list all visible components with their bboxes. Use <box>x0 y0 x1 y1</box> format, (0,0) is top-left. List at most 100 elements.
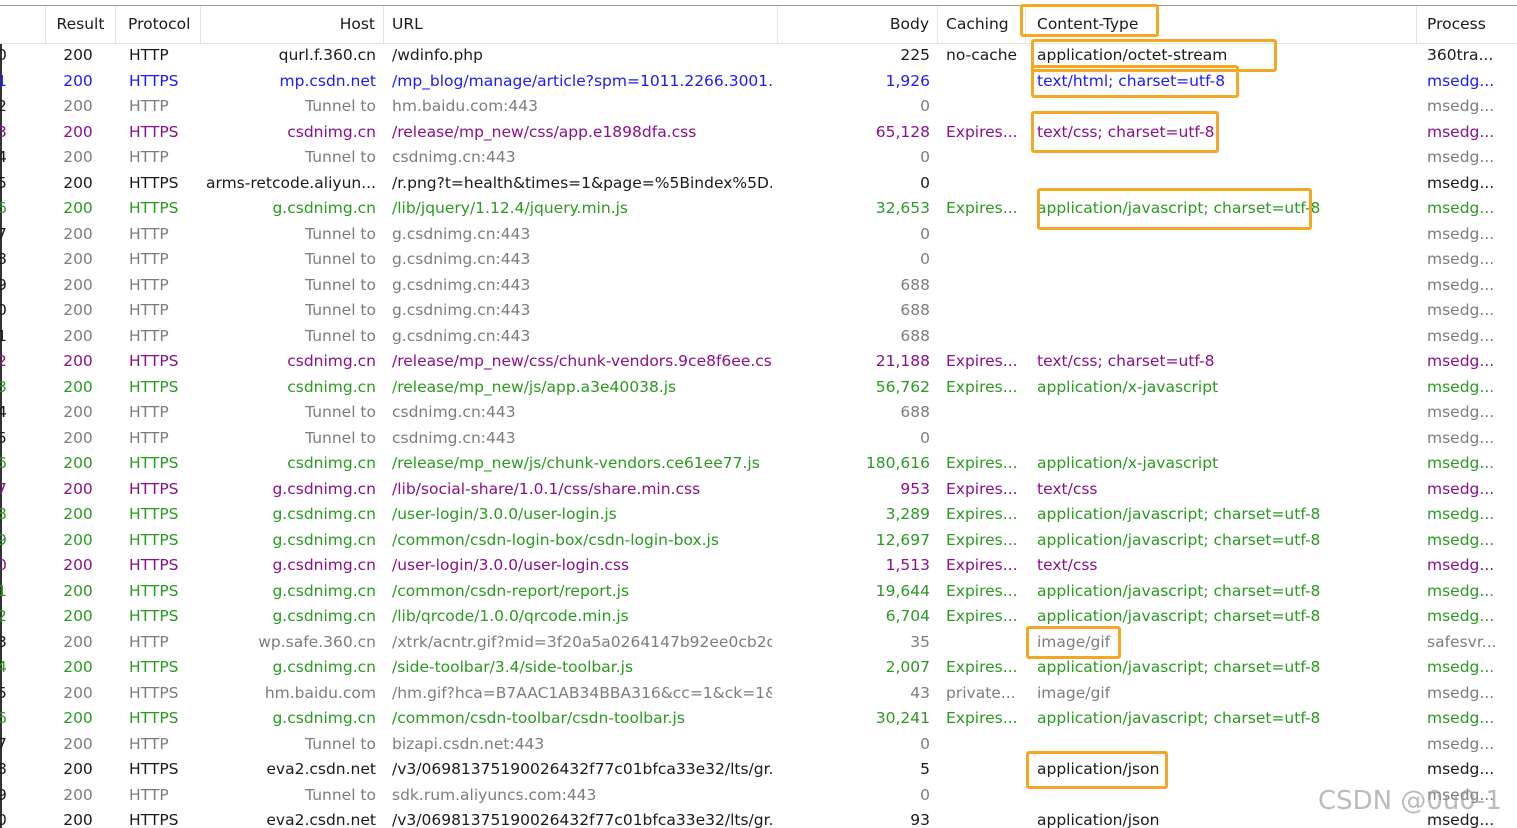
session-row[interactable]: 1 200 HTTPS mp.csdn.net/mp_blog/manage/arti… <box>0 69 1517 95</box>
host-cell: csdnimg.cn <box>287 352 376 370</box>
url-cell: /release/mp_new/css/chunk-vendors.9ce8f6… <box>392 352 772 370</box>
url-cell: sdk.rum.aliyuncs.com:443 <box>392 785 597 804</box>
process-cell: msedg... <box>1427 530 1495 549</box>
row-number: 7 <box>0 479 7 498</box>
session-row[interactable]: 0 200 HTTPS g.csdnimg.cn/user-login/3.0.0/u… <box>0 553 1517 579</box>
protocol-cell: HTTPS <box>129 683 179 702</box>
url-cell: g.csdnimg.cn:443 <box>392 224 531 243</box>
session-row[interactable]: 7 200 HTTP Tunnel to bizapi.csdn.net:443 0 mse… <box>0 732 1517 758</box>
protocol-cell: HTTPS <box>129 581 179 600</box>
content-type-cell <box>1037 94 1412 120</box>
session-row[interactable]: 0 200 HTTP Tunnel to g.csdnimg.cn:443 688 msed… <box>0 298 1517 324</box>
session-row[interactable]: 3 200 HTTPS csdnimg.cn/release/mp_new/js/ap… <box>0 375 1517 401</box>
result-cell: 200 <box>63 811 93 828</box>
session-row[interactable]: 6 200 HTTPS g.csdnimg.cn/common/csdn-toolba… <box>0 706 1517 732</box>
body-cell: 688 <box>900 301 930 319</box>
row-number: 0 <box>0 811 7 828</box>
result-cell: 200 <box>63 403 93 421</box>
body-cell: 1,926 <box>885 71 930 90</box>
result-cell: 200 <box>63 556 93 574</box>
content-type-cell: image/gif <box>1037 632 1111 651</box>
row-number: 4 <box>0 658 7 676</box>
caching-cell: Expires... <box>946 556 1018 574</box>
header-content-type[interactable]: Content-Type <box>1026 6 1417 43</box>
session-row[interactable]: 7 200 HTTPS g.csdnimg.cn/lib/social-share/1… <box>0 477 1517 503</box>
session-row[interactable]: 0 200 HTTPS eva2.csdn.net/v3/06981375190026… <box>0 808 1517 828</box>
session-row[interactable]: 8 200 HTTPS eva2.csdn.net/v3/06981375190026… <box>0 757 1517 783</box>
host-cell: Tunnel to <box>305 428 376 447</box>
session-row[interactable]: 8 200 HTTPS g.csdnimg.cn/user-login/3.0.0/u… <box>0 502 1517 528</box>
session-row[interactable]: 9 200 HTTP Tunnel to g.csdnimg.cn:443 688 msed… <box>0 273 1517 299</box>
session-row[interactable]: 5 200 HTTPS arms-retcode.aliyun... /r.png?t=… <box>0 171 1517 197</box>
protocol-cell: HTTP <box>129 734 169 753</box>
session-row[interactable]: 6 200 HTTPS csdnimg.cn/release/mp_new/js/ch… <box>0 451 1517 477</box>
host-cell: g.csdnimg.cn <box>272 709 376 727</box>
body-cell: 93 <box>910 811 930 828</box>
result-cell: 200 <box>63 71 93 90</box>
url-cell: /side-toolbar/3.4/side-toolbar.js <box>392 658 634 676</box>
result-cell: 200 <box>63 785 93 804</box>
body-cell: 2,007 <box>885 658 930 676</box>
session-row[interactable]: 5 200 HTTPS hm.baidu.com/hm.gif?hca=B7AAC1A… <box>0 681 1517 707</box>
result-cell: 200 <box>63 326 93 345</box>
result-cell: 200 <box>63 581 93 600</box>
session-row[interactable]: 6 200 HTTPS g.csdnimg.cn/lib/jquery/1.12.4/… <box>0 196 1517 222</box>
header-url[interactable]: URL <box>384 6 778 43</box>
content-type-cell <box>1037 298 1412 324</box>
content-type-cell: application/json <box>1037 760 1160 778</box>
session-row[interactable]: 1 200 HTTPS g.csdnimg.cn/common/csdn-report… <box>0 579 1517 605</box>
url-cell: /lib/social-share/1.0.1/css/share.min.cs… <box>392 479 701 498</box>
body-cell: 1,513 <box>885 556 930 574</box>
body-cell: 21,188 <box>875 352 930 370</box>
body-cell: 688 <box>900 403 930 421</box>
session-row[interactable]: 0 200 HTTP qurl.f.360.cn/wdinfo.php 225 no-ca… <box>0 43 1517 69</box>
session-row[interactable]: 3 200 HTTPS csdnimg.cn/release/mp_new/css/a… <box>0 120 1517 146</box>
caching-cell: Expires... <box>946 658 1018 676</box>
content-type-cell: application/javascript; charset=utf-8 <box>1037 505 1321 523</box>
url-cell: csdnimg.cn:443 <box>392 403 516 421</box>
result-cell: 200 <box>63 479 93 498</box>
host-cell: g.csdnimg.cn <box>272 479 376 498</box>
session-row[interactable]: 4 200 HTTP Tunnel to csdnimg.cn:443 688 msedg.… <box>0 400 1517 426</box>
session-row[interactable]: 2 200 HTTPS g.csdnimg.cn/lib/qrcode/1.0.0/q… <box>0 604 1517 630</box>
host-cell: wp.safe.360.cn <box>258 632 376 651</box>
result-cell: 200 <box>63 505 93 523</box>
body-cell: 0 <box>920 173 930 192</box>
header-process[interactable]: Process <box>1417 6 1517 43</box>
process-cell: msedg... <box>1427 377 1495 396</box>
session-row[interactable]: 4 200 HTTP Tunnel to csdnimg.cn:443 0 msedg... <box>0 145 1517 171</box>
protocol-cell: HTTPS <box>129 709 179 727</box>
session-row[interactable]: 4 200 HTTPS g.csdnimg.cn/side-toolbar/3.4/s… <box>0 655 1517 681</box>
caching-cell <box>946 426 1020 452</box>
header-result[interactable]: Result <box>46 6 116 43</box>
header-body[interactable]: Body <box>778 6 938 43</box>
row-number: 9 <box>0 275 7 294</box>
session-row[interactable]: 9 200 HTTP Tunnel to sdk.rum.aliyuncs.com:44… <box>0 783 1517 809</box>
row-number: 5 <box>0 683 7 702</box>
process-cell: msedg... <box>1427 352 1495 370</box>
host-cell: g.csdnimg.cn <box>272 505 376 523</box>
header-host[interactable]: Host <box>201 6 384 43</box>
session-row[interactable]: 5 200 HTTP Tunnel to csdnimg.cn:443 0 msedg... <box>0 426 1517 452</box>
session-row[interactable]: 2 200 HTTPS csdnimg.cn/release/mp_new/css/c… <box>0 349 1517 375</box>
host-cell: Tunnel to <box>305 250 376 268</box>
header-row-number[interactable] <box>0 6 46 43</box>
result-cell: 200 <box>63 377 93 396</box>
protocol-cell: HTTPS <box>129 760 179 778</box>
url-cell: /common/csdn-report/report.js <box>392 581 630 600</box>
body-cell: 0 <box>920 97 930 115</box>
content-type-cell: text/css <box>1037 479 1098 498</box>
protocol-cell: HTTP <box>129 148 169 166</box>
caching-cell <box>946 94 1020 120</box>
session-row[interactable]: 9 200 HTTPS g.csdnimg.cn/common/csdn-login-… <box>0 528 1517 554</box>
session-row[interactable]: 1 200 HTTP Tunnel to g.csdnimg.cn:443 688 msed… <box>0 324 1517 350</box>
header-protocol[interactable]: Protocol <box>116 6 201 43</box>
content-type-cell: application/javascript; charset=utf-8 <box>1037 709 1321 727</box>
header-caching[interactable]: Caching <box>938 6 1026 43</box>
session-row[interactable]: 3 200 HTTP wp.safe.360.cn/xtrk/acntr.gif?mi… <box>0 630 1517 656</box>
url-cell: /mp_blog/manage/article?spm=1011.2266.30… <box>392 71 772 90</box>
session-row[interactable]: 8 200 HTTP Tunnel to g.csdnimg.cn:443 0 msedg.… <box>0 247 1517 273</box>
session-row[interactable]: 7 200 HTTP Tunnel to g.csdnimg.cn:443 0 msedg.… <box>0 222 1517 248</box>
row-number: 2 <box>0 607 7 625</box>
session-row[interactable]: 2 200 HTTP Tunnel to hm.baidu.com:443 0 msedg.… <box>0 94 1517 120</box>
